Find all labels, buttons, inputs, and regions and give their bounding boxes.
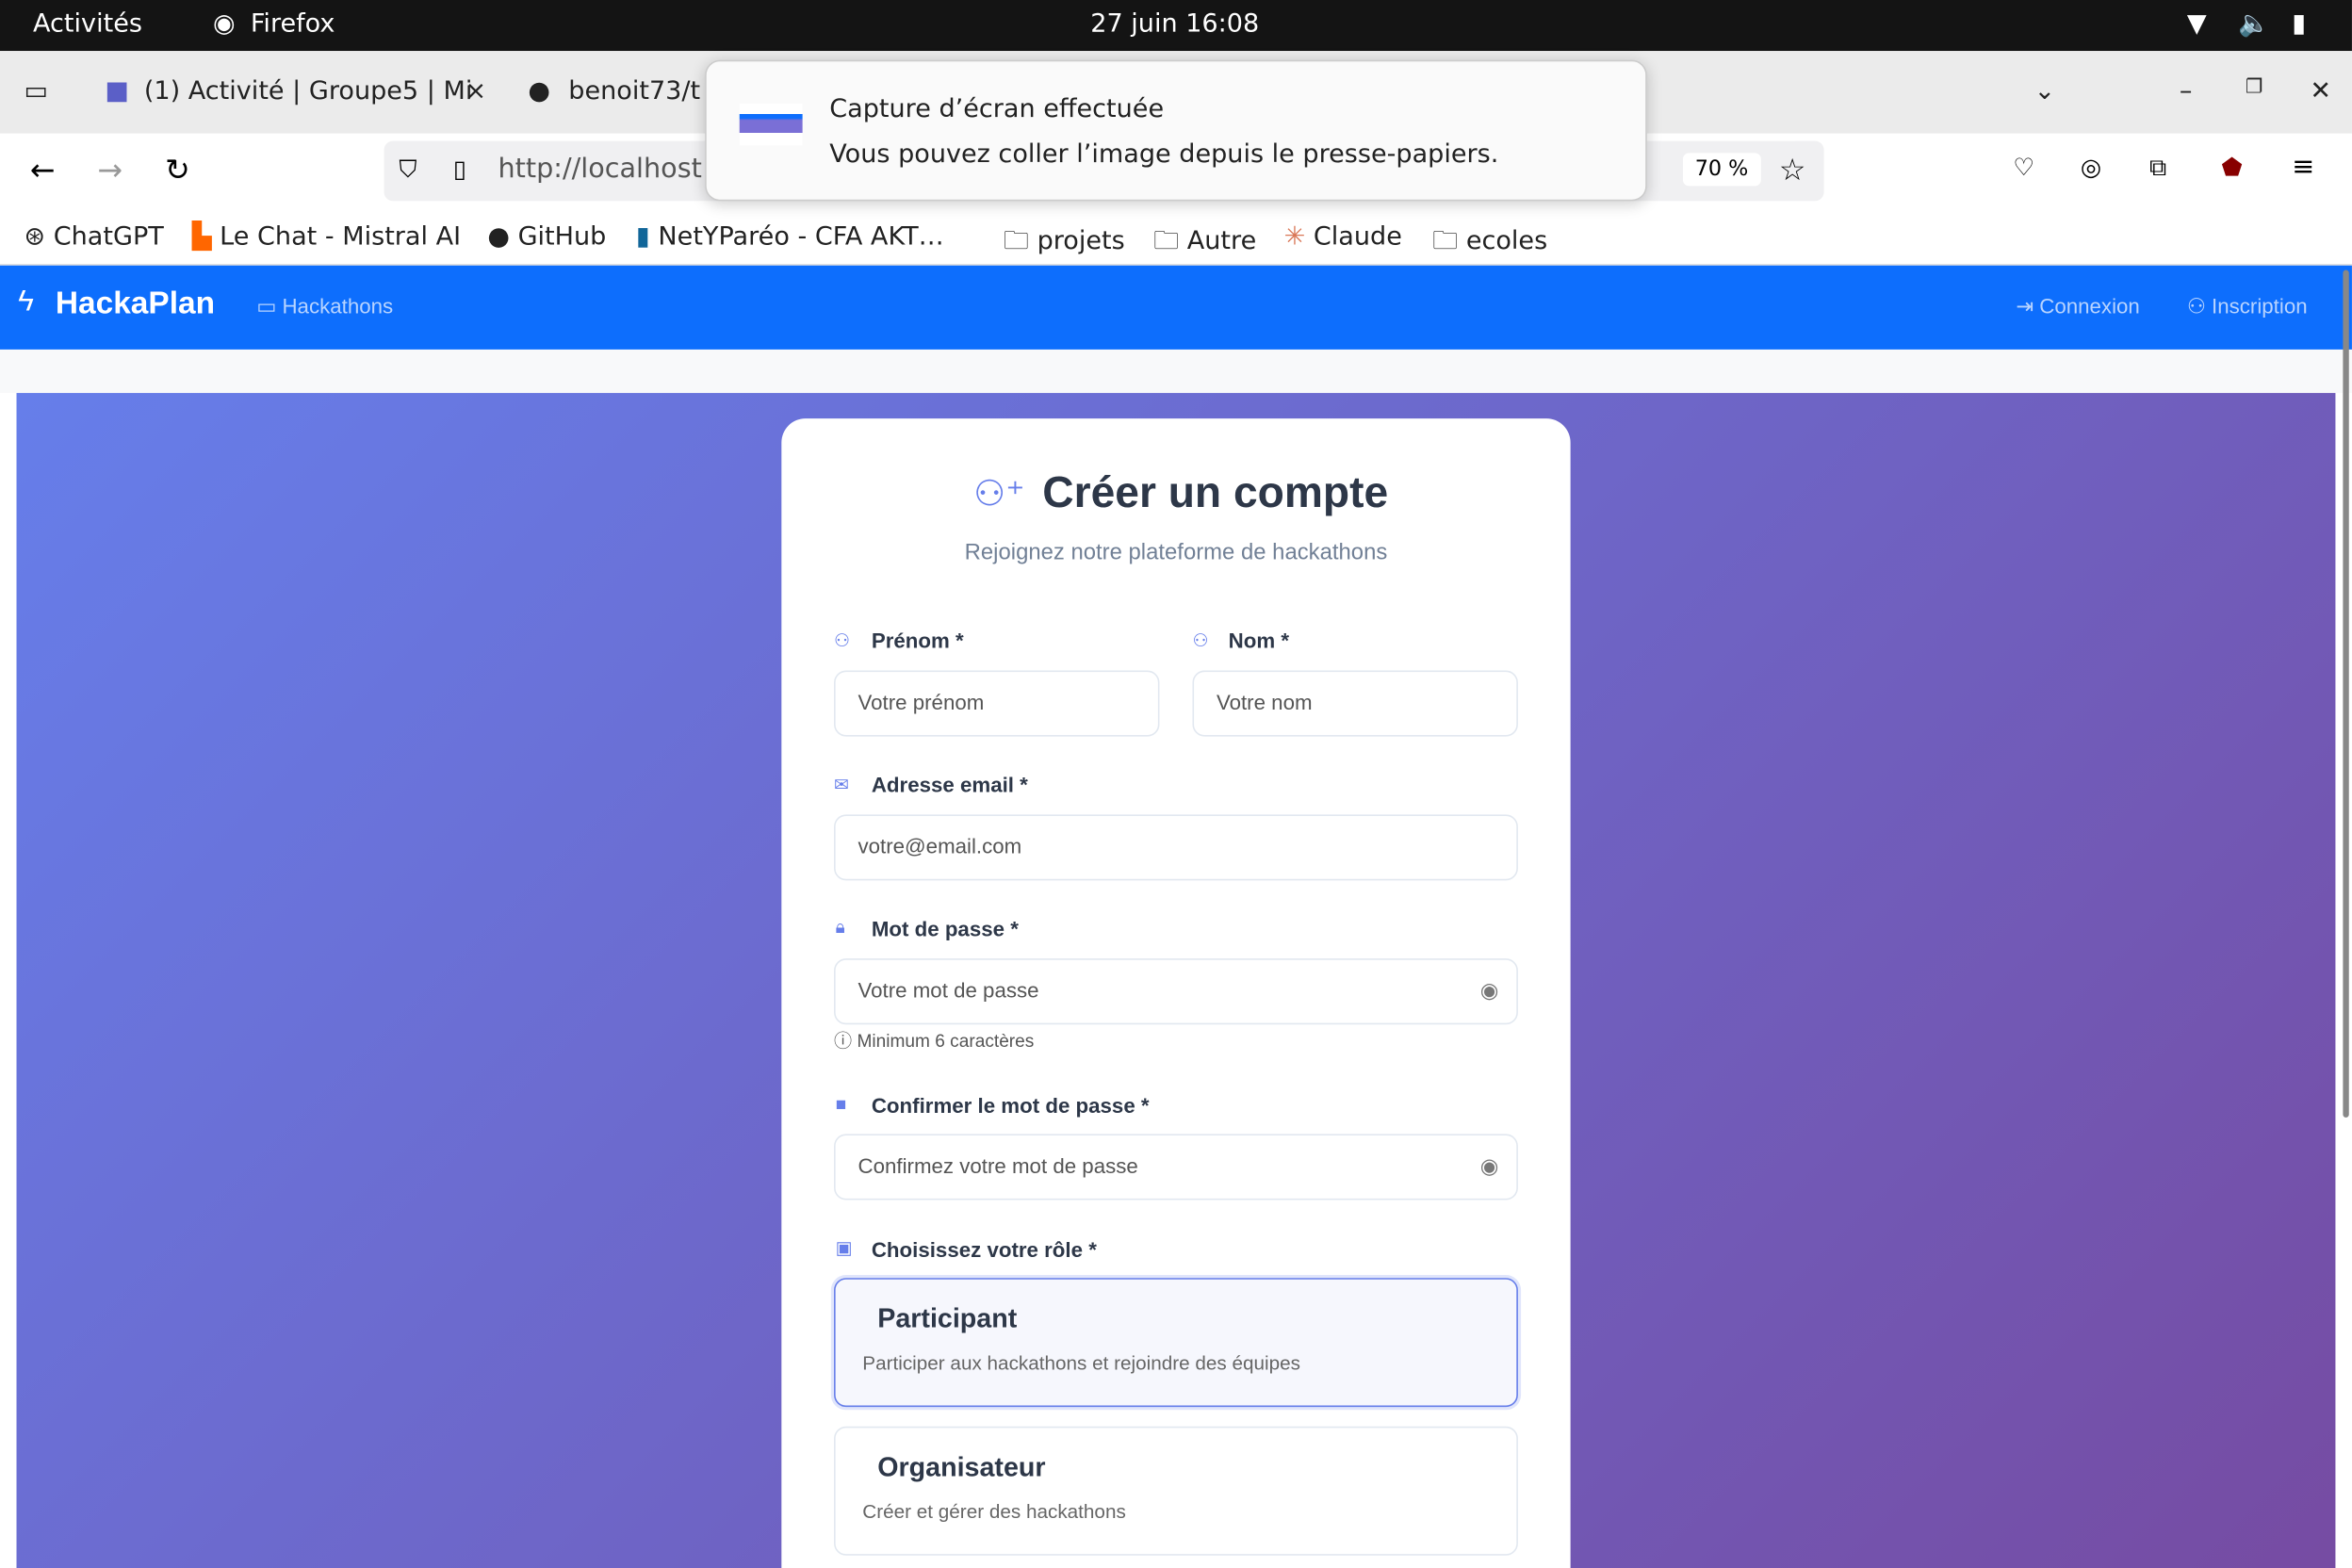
tab-overview-icon[interactable]: ▭ [24,76,48,106]
bookmark-folder-projets[interactable]: 🗀 projets [1004,222,1125,266]
user-icon: ⚇ [834,629,851,651]
screenshot-notification[interactable]: Capture d’écran effectuée Vous pouvez co… [705,59,1647,202]
user-plus-icon: ⚇⁺ [973,474,1025,514]
login-icon: ⇥ [2016,293,2040,318]
user-icon: ⚇ [1192,629,1209,651]
user-plus-icon: ⚇ [2186,293,2213,318]
calendar-icon: ▭ [256,293,283,318]
bookmark-netypareo[interactable]: ▮ NetYParéo - CFA AKT… [636,222,944,253]
system-top-bar: Activités ◉ Firefox 27 juin 16:08 ▼ 🔈 ▮ [0,0,2352,52]
role-option-participant[interactable]: Participant Participer aux hackathons et… [834,1278,1518,1408]
app-navbar: ϟ HackaPlan ▭ Hackathons ⇥ Connexion ⚇ I… [0,265,2352,350]
nav-login[interactable]: ⇥ Connexion [2016,294,2139,319]
role-description: Créer et gérer des hackathons [862,1499,1126,1523]
confirm-password-label: Confirmer le mot de passe * [871,1093,1150,1118]
lock-filled-icon: ■ [835,1093,847,1115]
register-card: ⚇⁺ Créer un compte Rejoignez notre plate… [781,418,1571,1568]
bookmark-claude[interactable]: ✳ Claude [1284,222,1402,253]
brand-logo[interactable]: HackaPlan [56,286,215,322]
shield-icon[interactable]: ⛉ [399,155,416,185]
tab-list-chevron-icon[interactable]: ⌄ [2034,76,2055,106]
tab-teams[interactable]: (1) Activité | Groupe5 | Mi [144,76,473,106]
github-icon: ● [528,76,550,107]
eye-icon[interactable]: ◉ [1480,960,1498,1021]
minimize-button[interactable]: – [2180,76,2193,106]
url-text[interactable]: http://localhost [498,153,701,184]
firefox-icon: ◉ [213,8,236,40]
last-name-input[interactable]: Votre nom [1192,670,1518,737]
password-input[interactable]: Votre mot de passe ◉ [834,958,1518,1025]
zoom-level[interactable]: 70 % [1682,153,1761,187]
role-description: Participer aux hackathons et rejoindre d… [862,1351,1301,1375]
reload-icon[interactable]: ↻ [165,152,190,188]
id-badge-icon: ▣ [835,1237,853,1259]
app-name: Firefox [250,8,335,40]
activities-button[interactable]: Activités [33,9,142,40]
back-icon[interactable]: ← [30,152,56,188]
envelope-icon: ✉ [834,774,850,795]
forward-icon[interactable]: → [97,152,122,188]
bookmark-folder-autre[interactable]: 🗀 Autre [1153,222,1256,266]
eye-icon[interactable]: ◉ [1480,1135,1498,1197]
bookmarks-bar: ⊛ ChatGPT ▙ Le Chat - Mistral AI ● GitHu… [0,208,2352,266]
first-name-label: Prénom * [871,628,964,653]
confirm-password-input[interactable]: Confirmez votre mot de passe ◉ [834,1134,1518,1200]
account-icon[interactable]: ◎ [2081,153,2101,181]
screenshot-thumbnail [739,103,803,146]
notification-body: Vous pouvez coller l’image depuis le pre… [829,139,1499,170]
role-label: Choisissez votre rôle * [871,1237,1097,1262]
close-window-button[interactable]: ✕ [2310,76,2331,106]
password-hint: ⓘ Minimum 6 caractères [834,1030,1035,1052]
wifi-icon[interactable]: ▼ [2187,9,2207,40]
lightning-icon: ϟ [18,285,34,318]
page-subtitle: Rejoignez notre plateforme de hackathons [964,540,1388,566]
email-label: Adresse email * [871,772,1028,797]
last-name-label: Nom * [1228,628,1290,653]
page-title: Créer un compte [1042,469,1389,518]
volume-icon[interactable]: 🔈 [2238,9,2270,40]
bookmark-folder-ecoles[interactable]: 🗀 ecoles [1432,222,1547,266]
first-name-input[interactable]: Votre prénom [834,670,1160,737]
role-option-organisateur[interactable]: Organisateur Créer et gérer des hackatho… [834,1426,1518,1556]
role-name: Participant [877,1303,1018,1334]
tab-github[interactable]: benoit73/t [568,76,700,106]
clock[interactable]: 27 juin 16:08 [1090,9,1259,40]
nav-hackathons[interactable]: ▭ Hackathons [256,294,393,319]
password-label: Mot de passe * [871,916,1019,941]
pocket-icon[interactable]: ♡ [2013,153,2034,181]
notification-title: Capture d’écran effectuée [829,94,1165,125]
tab-close-icon[interactable]: × [465,76,486,106]
extensions-icon[interactable]: ⧉ [2149,153,2166,183]
email-input[interactable]: votre@email.com [834,814,1518,881]
nav-register[interactable]: ⚇ Inscription [2187,294,2308,319]
bookmark-mistral[interactable]: ▙ Le Chat - Mistral AI [192,222,461,253]
battery-icon[interactable]: ▮ [2292,9,2306,40]
bookmark-chatgpt[interactable]: ⊛ ChatGPT [24,222,163,253]
page-scrollbar[interactable] [2343,270,2349,1118]
lock-icon: 🔒︎ [835,916,845,938]
bookmark-github[interactable]: ● GitHub [487,222,606,253]
page-icon: ▯ [452,154,466,184]
info-icon: ⓘ [834,1030,858,1052]
role-name: Organisateur [877,1451,1046,1482]
menu-icon[interactable]: ≡ [2292,152,2314,183]
maximize-button[interactable]: ❐ [2246,76,2263,99]
teams-icon: ■ [105,76,129,107]
ublock-icon[interactable]: ⬟ [2221,153,2242,181]
bookmark-star-icon[interactable]: ☆ [1779,152,1806,188]
